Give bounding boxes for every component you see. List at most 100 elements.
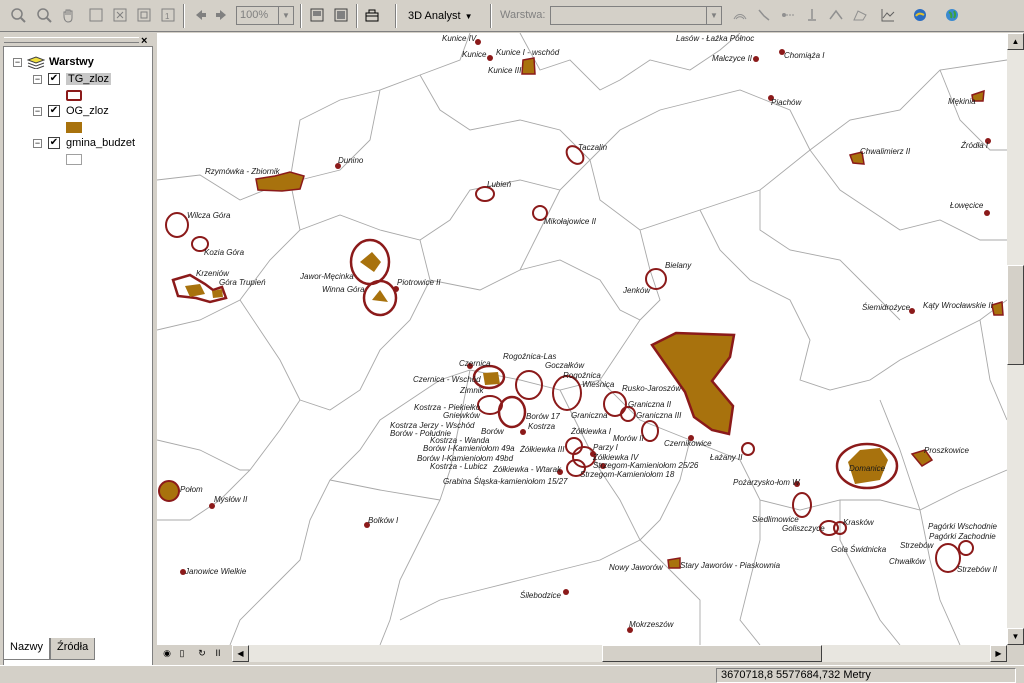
full-extent-icon[interactable] bbox=[86, 5, 106, 25]
data-view-icon[interactable] bbox=[331, 5, 351, 25]
interpolate-point-icon[interactable] bbox=[802, 5, 822, 25]
map-label: Piachów bbox=[771, 98, 802, 107]
scroll-up-icon[interactable]: ▲ bbox=[1007, 33, 1024, 50]
collapse-icon[interactable]: − bbox=[33, 75, 42, 84]
deposit-polygon[interactable] bbox=[483, 372, 500, 385]
horizontal-scrollbar[interactable]: ◀ ▶ bbox=[232, 645, 1007, 662]
toolbox-icon[interactable] bbox=[362, 5, 382, 25]
scroll-down-icon[interactable]: ▼ bbox=[1007, 628, 1024, 645]
scroll-thumb[interactable] bbox=[602, 645, 822, 662]
deposit-boundary[interactable] bbox=[165, 212, 189, 238]
chevron-down-icon[interactable]: ▼ bbox=[278, 7, 293, 24]
arcglobe-icon[interactable] bbox=[942, 5, 962, 25]
layer-symbol[interactable] bbox=[66, 154, 82, 165]
pan-hand-icon[interactable] bbox=[58, 5, 78, 25]
deposit-polygon[interactable] bbox=[185, 284, 205, 297]
interpolate-line-icon[interactable] bbox=[826, 5, 846, 25]
map-label: Śiemidrożyce bbox=[862, 303, 911, 312]
small-deposits bbox=[180, 39, 991, 633]
scroll-left-icon[interactable]: ◀ bbox=[232, 645, 249, 662]
deposit-boundary[interactable] bbox=[620, 406, 636, 422]
zoom-to-scale-icon[interactable]: 1 bbox=[158, 5, 178, 25]
map-label: Goczałków bbox=[545, 361, 585, 370]
collapse-icon[interactable]: − bbox=[33, 139, 42, 148]
fixed-zoom-in-icon[interactable] bbox=[110, 5, 130, 25]
map-label: Czernica - Wschód bbox=[413, 375, 481, 384]
status-bar: 3670718,8 5577684,732 Metry bbox=[0, 665, 1024, 683]
map-view[interactable]: Kunice IV Kunice I - wschód Kunice Kunice I… bbox=[157, 33, 1007, 645]
map-label: Kunice IV bbox=[442, 34, 477, 43]
layer-name[interactable]: gmina_budzet bbox=[66, 137, 135, 149]
layer-symbol[interactable] bbox=[66, 90, 82, 101]
map-label: Chwalimierz II bbox=[860, 147, 911, 156]
scroll-right-icon[interactable]: ▶ bbox=[990, 645, 1007, 662]
deposit-boundary[interactable] bbox=[497, 395, 527, 429]
refresh-icon[interactable]: ↻ bbox=[195, 646, 209, 660]
vertical-scrollbar[interactable]: ▲ ▼ bbox=[1007, 33, 1024, 645]
deposit-polygon[interactable] bbox=[372, 290, 388, 302]
forward-arrow-icon[interactable] bbox=[212, 5, 232, 25]
map-canvas[interactable]: Kunice IV Kunice I - wschód KuniceKunice I… bbox=[157, 33, 1007, 645]
deposit-boundary[interactable] bbox=[515, 370, 543, 400]
map-label: Parzy I bbox=[593, 443, 619, 452]
map-label: Śilebodzice bbox=[520, 591, 561, 600]
collapse-icon[interactable]: − bbox=[33, 107, 42, 116]
line-of-sight-icon[interactable] bbox=[778, 5, 798, 25]
chevron-down-icon[interactable]: ▼ bbox=[706, 7, 721, 24]
map-label: Mokrzeszów bbox=[629, 620, 675, 629]
map-label: Żółkiewka - Wtarak bbox=[492, 465, 562, 474]
fixed-zoom-out-icon[interactable] bbox=[134, 5, 154, 25]
map-label: Rusko-Jaroszów bbox=[622, 384, 682, 393]
map-label: Graniczna III bbox=[636, 411, 682, 420]
back-arrow-icon[interactable] bbox=[190, 5, 210, 25]
interpolate-polygon-icon[interactable] bbox=[850, 5, 870, 25]
map-label: Zimnik bbox=[459, 386, 485, 395]
tab-source[interactable]: Źródła bbox=[50, 638, 96, 660]
layout-view-icon[interactable]: ▯ bbox=[175, 646, 189, 660]
layer-name[interactable]: TG_zloz bbox=[66, 73, 111, 85]
layer-visibility-checkbox[interactable]: ✔ bbox=[48, 105, 60, 117]
layer-visibility-checkbox[interactable]: ✔ bbox=[48, 137, 60, 149]
layer-symbol[interactable] bbox=[66, 122, 82, 133]
concession-polygons[interactable] bbox=[158, 57, 1004, 573]
deposit-polygon[interactable] bbox=[158, 480, 180, 502]
map-label: Lasów - Łaźka Północ bbox=[676, 34, 754, 43]
toc-grip[interactable] bbox=[4, 37, 139, 43]
deposit-polygon[interactable] bbox=[991, 301, 1004, 316]
profile-graph-icon[interactable] bbox=[878, 5, 898, 25]
layer-select[interactable]: ▼ bbox=[550, 6, 722, 25]
map-label: Połom bbox=[180, 485, 203, 494]
steepest-path-icon[interactable] bbox=[754, 5, 774, 25]
map-labels: Kunice IV Kunice I - wschód KuniceKunice I… bbox=[180, 34, 998, 629]
deposit-polygon[interactable] bbox=[521, 57, 536, 75]
pause-icon[interactable]: II bbox=[211, 646, 225, 660]
layer-visibility-checkbox[interactable]: ✔ bbox=[48, 73, 60, 85]
map-scale-combo[interactable]: 100% ▼ bbox=[236, 6, 294, 25]
deposit-polygon[interactable] bbox=[360, 252, 381, 272]
contour-icon[interactable] bbox=[730, 5, 750, 25]
zoom-out-icon[interactable] bbox=[34, 5, 54, 25]
deposit-polygon[interactable] bbox=[667, 557, 681, 569]
deposit-boundary[interactable] bbox=[792, 492, 812, 518]
toc-root-label: Warstwy bbox=[49, 56, 94, 68]
map-label: Czernikowice bbox=[664, 439, 712, 448]
map-label: Bolków I bbox=[368, 516, 399, 525]
collapse-icon[interactable]: − bbox=[13, 58, 22, 67]
deposit-boundary[interactable] bbox=[475, 186, 495, 202]
deposit-boundary[interactable] bbox=[741, 442, 755, 456]
data-view-icon[interactable]: ◉ bbox=[160, 646, 174, 660]
map-label: Chomiąża I bbox=[784, 51, 825, 60]
3d-analyst-menu[interactable]: 3D Analyst ▼ bbox=[404, 6, 484, 26]
tab-display[interactable]: Nazwy bbox=[3, 638, 51, 660]
scroll-thumb[interactable] bbox=[1007, 265, 1024, 365]
arcscene-icon[interactable] bbox=[910, 5, 930, 25]
map-label: Pagórki Zachodnie bbox=[929, 532, 996, 541]
zoom-in-icon[interactable] bbox=[8, 5, 28, 25]
deposit-boundary[interactable] bbox=[477, 395, 503, 415]
deposit-boundary[interactable] bbox=[958, 540, 974, 556]
layout-view-icon[interactable] bbox=[307, 5, 327, 25]
layer-name[interactable]: OG_zloz bbox=[66, 105, 109, 117]
chevron-down-icon: ▼ bbox=[464, 11, 473, 21]
map-label: Janowice Wielkie bbox=[184, 567, 247, 576]
map-label: Czernica bbox=[459, 359, 491, 368]
